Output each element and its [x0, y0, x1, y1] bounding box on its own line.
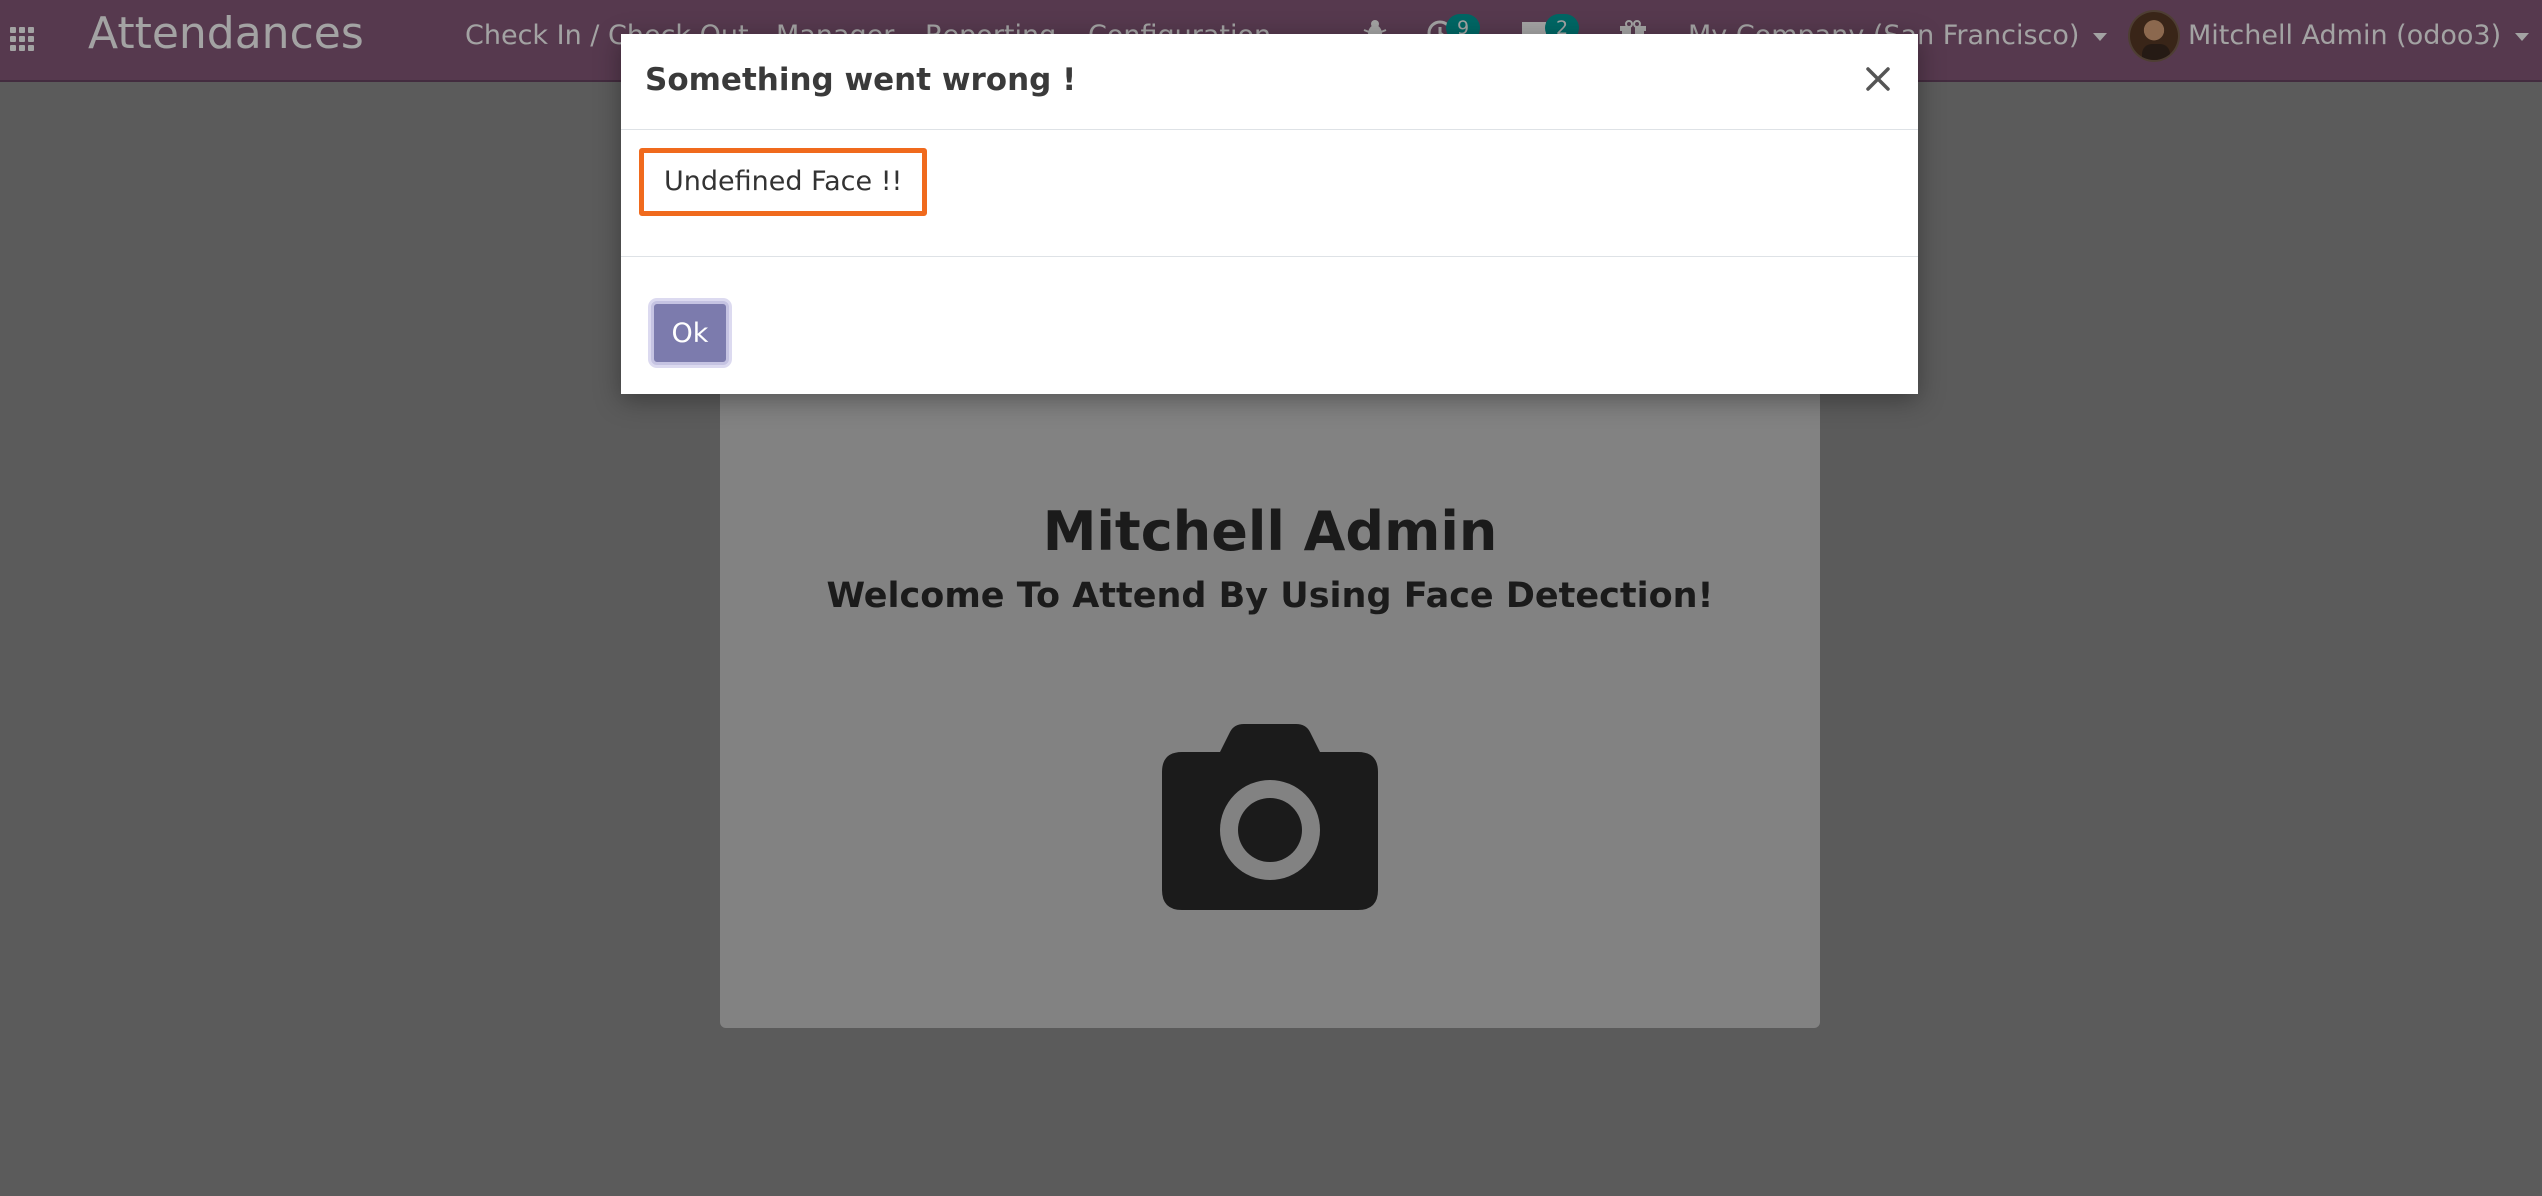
dialog-title: Something went wrong ! — [645, 62, 1077, 98]
close-button[interactable] — [1855, 56, 1901, 102]
close-icon — [1866, 67, 1890, 91]
dialog-footer: Ok — [621, 257, 1918, 394]
dialog-header: Something went wrong ! — [621, 34, 1918, 130]
error-dialog: Something went wrong ! Undefined Face !!… — [621, 34, 1918, 394]
ok-button[interactable]: Ok — [651, 301, 729, 365]
error-message: Undefined Face !! — [639, 148, 928, 216]
dialog-body: Undefined Face !! — [621, 130, 1918, 257]
